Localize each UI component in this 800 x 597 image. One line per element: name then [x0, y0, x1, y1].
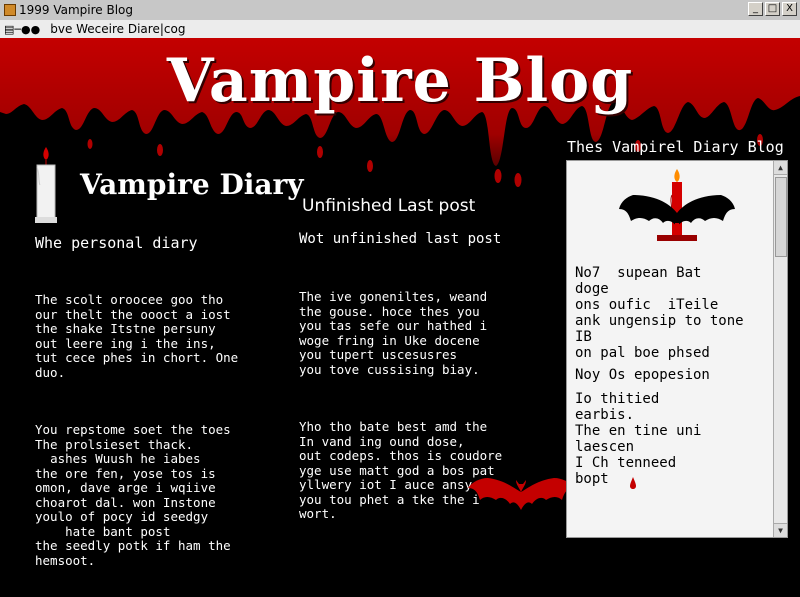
window-controls: _ □ X [748, 2, 797, 16]
menu-text[interactable]: bve Weceire Diare|cog [50, 22, 185, 36]
minimize-button[interactable]: _ [748, 2, 763, 16]
close-button[interactable]: X [782, 2, 797, 16]
maximize-button[interactable]: □ [765, 2, 780, 16]
blood-drop-icon [630, 477, 636, 489]
left-paragraph-2: You repstome soet the toes The prolsiese… [35, 422, 231, 568]
sidebar-text-block-3: Io thitied earbis. The en tine uni laesc… [575, 391, 702, 487]
middle-column-heading[interactable]: Unfinished Last post [302, 196, 475, 216]
sidebar-content: No7 supean Bat doge ons oufic iTeile ank… [567, 161, 775, 537]
scroll-down-button[interactable]: ▼ [774, 523, 787, 537]
sidebar-panel[interactable]: No7 supean Bat doge ons oufic iTeile ank… [566, 160, 788, 538]
bat-with-candle-icon [619, 169, 735, 241]
window-titlebar: 1999 Vampire Blog _ □ X [0, 0, 800, 21]
candle-icon [35, 147, 57, 223]
middle-column-subheading: Wot unfinished last post [299, 231, 502, 247]
menubar: ▤─●● bve Weceire Diare|cog [0, 20, 800, 39]
red-bat-icon [468, 478, 574, 510]
left-column-subheading: Whe personal diary [35, 234, 198, 252]
left-paragraph-1: The scolt oroocee goo tho our thelt the … [35, 292, 239, 380]
app-icon [4, 4, 16, 16]
scroll-thumb[interactable] [775, 177, 787, 257]
sidebar-title: Thes Vampirel Diary Blog [567, 138, 784, 156]
window-title: 1999 Vampire Blog [19, 3, 134, 17]
scroll-up-button[interactable]: ▲ [774, 161, 787, 175]
middle-paragraph-1: The ive goneniltes, weand the gouse. hoc… [299, 289, 488, 377]
left-column-heading: Vampire Diary [80, 168, 304, 201]
sidebar-scrollbar[interactable]: ▲ ▼ [773, 161, 787, 537]
site-title[interactable]: Vampire Blog [0, 46, 800, 116]
left-column-body: The scolt oroocee goo tho our thelt the … [35, 264, 275, 597]
sidebar-text-block-1: No7 supean Bat doge ons oufic iTeile ank… [575, 265, 744, 361]
toolbar-icon[interactable]: ▤─●● [4, 23, 40, 36]
sidebar-text-block-2: Noy Os epopesion [575, 367, 710, 383]
